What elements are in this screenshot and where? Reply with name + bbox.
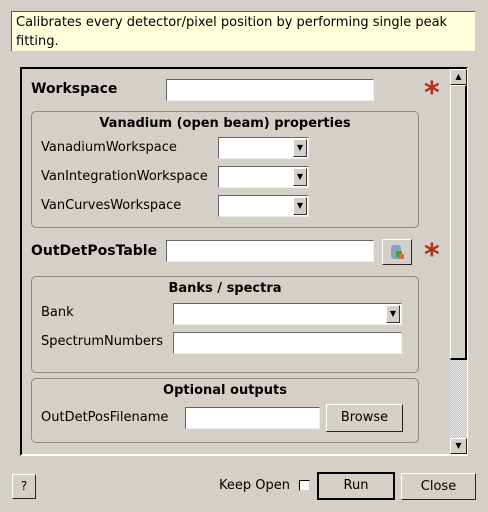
- bank-combo[interactable]: ▼: [173, 303, 402, 325]
- database-icon: [391, 245, 404, 259]
- keep-open-checkbox[interactable]: [299, 480, 310, 491]
- van-curves-workspace-label: VanCurvesWorkspace: [41, 198, 182, 213]
- scrollbar-track[interactable]: [450, 360, 467, 438]
- vanadium-group-title: Vanadium (open beam) properties: [99, 116, 351, 131]
- chevron-down-icon: ▼: [386, 305, 400, 323]
- vanadium-workspace-label: VanadiumWorkspace: [41, 140, 177, 155]
- scrollbar-thumb[interactable]: [450, 85, 467, 360]
- bank-label: Bank: [41, 305, 74, 320]
- banks-group-title: Banks / spectra: [168, 281, 282, 296]
- vanadium-workspace-combo[interactable]: ▼: [218, 137, 309, 159]
- required-star-icon: *: [424, 238, 440, 273]
- spectrum-numbers-input[interactable]: [173, 332, 402, 354]
- close-button[interactable]: Close: [401, 473, 476, 500]
- outdetposfilename-label: OutDetPosFilename: [41, 410, 169, 425]
- workspace-browse-button[interactable]: [382, 239, 412, 265]
- outdetpostable-input[interactable]: [166, 240, 374, 262]
- van-curves-workspace-combo[interactable]: ▼: [218, 195, 309, 217]
- description-tooltip: Calibrates every detector/pixel position…: [11, 11, 475, 51]
- required-star-icon: *: [424, 76, 440, 111]
- workspace-input[interactable]: [166, 79, 374, 101]
- scroll-up-button[interactable]: ▲: [450, 69, 467, 85]
- chevron-down-icon: ▼: [293, 168, 307, 186]
- van-integration-workspace-combo[interactable]: ▼: [218, 166, 309, 188]
- chevron-down-icon: ▼: [293, 197, 307, 215]
- outdetpostable-label: OutDetPosTable: [31, 243, 158, 259]
- optional-outputs-title: Optional outputs: [163, 383, 287, 398]
- outdetposfilename-input[interactable]: [185, 407, 320, 429]
- workspace-label: Workspace: [31, 81, 118, 97]
- vertical-scrollbar[interactable]: ▲ ▼: [450, 69, 467, 454]
- help-button[interactable]: ?: [12, 474, 36, 499]
- keep-open-label: Keep Open: [219, 478, 290, 493]
- van-integration-workspace-label: VanIntegrationWorkspace: [41, 169, 208, 184]
- run-button[interactable]: Run: [317, 472, 395, 500]
- spectrum-numbers-label: SpectrumNumbers: [41, 334, 163, 349]
- scroll-down-button[interactable]: ▼: [450, 438, 467, 454]
- browse-button[interactable]: Browse: [326, 404, 403, 432]
- chevron-down-icon: ▼: [293, 139, 307, 157]
